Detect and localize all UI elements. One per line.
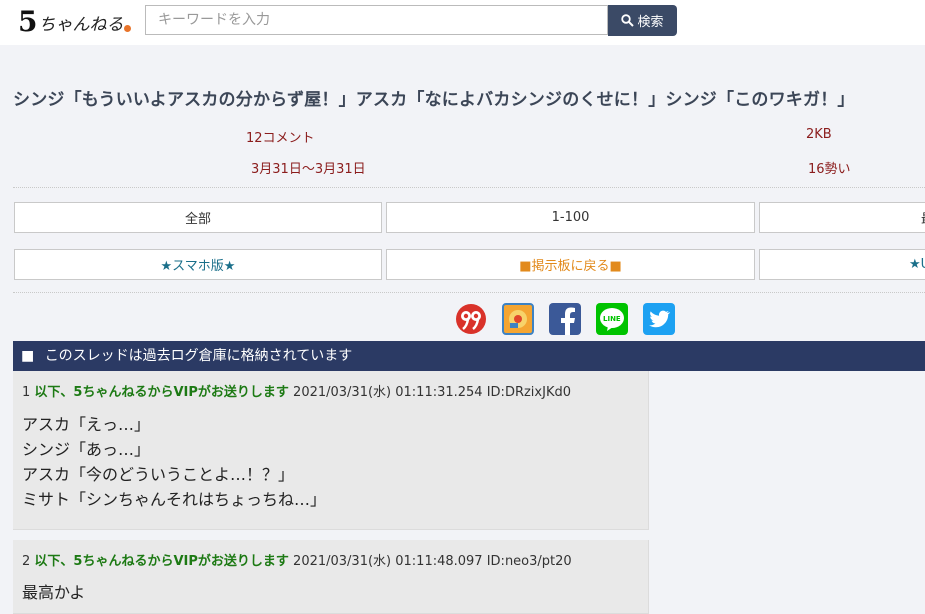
post-header: 2 以下、5ちゃんねるからVIPがお送りします 2021/03/31(水) 01… bbox=[22, 550, 572, 569]
momentum: 16勢い bbox=[808, 162, 851, 177]
back-to-board-label: ■掲示板に戻る■ bbox=[519, 259, 622, 274]
post-author: 以下、5ちゃんねるからVIPがお送りします bbox=[34, 385, 289, 400]
post-date-id: 2021/03/31(水) 01:11:48.097 ID:neo3/pt20 bbox=[293, 554, 572, 569]
app-emblem-icon bbox=[509, 310, 527, 328]
date-range: 3月31日～3月31日 bbox=[251, 162, 366, 177]
search-input[interactable]: キーワードを入力 bbox=[145, 5, 608, 35]
99-logo-icon bbox=[456, 304, 486, 334]
thread-size: 2KB bbox=[806, 127, 832, 142]
nav-latest-label: 最 bbox=[921, 208, 925, 227]
post-line: アスカ「今のどういうことよ…！？」 bbox=[22, 465, 295, 484]
line-icon[interactable]: LINE bbox=[596, 303, 628, 335]
post-number[interactable]: 2 bbox=[22, 554, 30, 569]
nav-range-label: 1-100 bbox=[551, 210, 590, 225]
site-logo[interactable]: 5 ちゃんねる bbox=[18, 5, 132, 38]
search-button[interactable]: 検索 bbox=[608, 5, 677, 36]
post-line: シンジ「あっ…」 bbox=[22, 440, 151, 459]
nav-all-label: 全部 bbox=[184, 212, 211, 227]
post-date-id: 2021/03/31(水) 01:11:31.254 ID:DRzixJKd0 bbox=[293, 385, 571, 400]
logo-dot-icon bbox=[124, 25, 132, 32]
smartphone-version-link[interactable]: ★スマホ版★ bbox=[14, 249, 382, 280]
notice-bullet: ■ bbox=[21, 348, 35, 364]
divider bbox=[13, 292, 925, 293]
top-header: 5 ちゃんねる キーワードを入力 検索 bbox=[0, 0, 925, 45]
nav-all-button[interactable]: 全部 bbox=[14, 202, 382, 233]
back-to-board-link[interactable]: ■掲示板に戻る■ bbox=[386, 249, 755, 280]
search-icon bbox=[621, 14, 635, 27]
orange-app-icon[interactable] bbox=[502, 303, 534, 335]
post-body: 最高かよ bbox=[22, 580, 85, 605]
post-author: 以下、5ちゃんねるからVIPがお送りします bbox=[34, 554, 289, 569]
post-number[interactable]: 1 bbox=[22, 385, 30, 400]
logo-text: ちゃんねる bbox=[38, 15, 124, 35]
nav-third-link[interactable]: ★U bbox=[759, 249, 925, 280]
post: 1 以下、5ちゃんねるからVIPがお送りします 2021/03/31(水) 01… bbox=[13, 371, 649, 530]
nav-third-label: ★U bbox=[909, 257, 925, 272]
post-line: 最高かよ bbox=[22, 583, 86, 602]
search-button-label: 検索 bbox=[637, 15, 664, 30]
twitter-bird-icon bbox=[649, 310, 671, 328]
99-icon[interactable] bbox=[455, 303, 487, 335]
divider bbox=[13, 187, 925, 188]
logo-number: 5 bbox=[18, 5, 38, 38]
smartphone-version-label: ★スマホ版★ bbox=[160, 259, 236, 274]
twitter-icon[interactable] bbox=[643, 303, 675, 335]
post: 2 以下、5ちゃんねるからVIPがお送りします 2021/03/31(水) 01… bbox=[13, 540, 649, 614]
comment-count: 12コメント bbox=[246, 131, 315, 146]
thread-title: シンジ「もういいよアスカの分からず屋！」アスカ「なによバカシンジのくせに！」シン… bbox=[13, 90, 855, 110]
facebook-f-icon bbox=[561, 307, 575, 335]
archive-notice-bar: ■ このスレッドは過去ログ倉庫に格納されています bbox=[13, 341, 925, 371]
post-body: アスカ「えっ…」 シンジ「あっ…」 アスカ「今のどういうことよ…！？」 ミサト「… bbox=[22, 412, 326, 512]
post-header: 1 以下、5ちゃんねるからVIPがお送りします 2021/03/31(水) 01… bbox=[22, 381, 571, 400]
notice-text: このスレッドは過去ログ倉庫に格納されています bbox=[44, 348, 353, 364]
facebook-icon[interactable] bbox=[549, 303, 581, 335]
line-label: LINE bbox=[603, 315, 621, 323]
nav-range-button[interactable]: 1-100 bbox=[386, 202, 755, 233]
nav-latest-button[interactable]: 最 bbox=[759, 202, 925, 233]
search-placeholder: キーワードを入力 bbox=[158, 12, 270, 28]
post-line: アスカ「えっ…」 bbox=[22, 415, 151, 434]
post-line: ミサト「シンちゃんそれはちょっちね…」 bbox=[22, 490, 327, 509]
